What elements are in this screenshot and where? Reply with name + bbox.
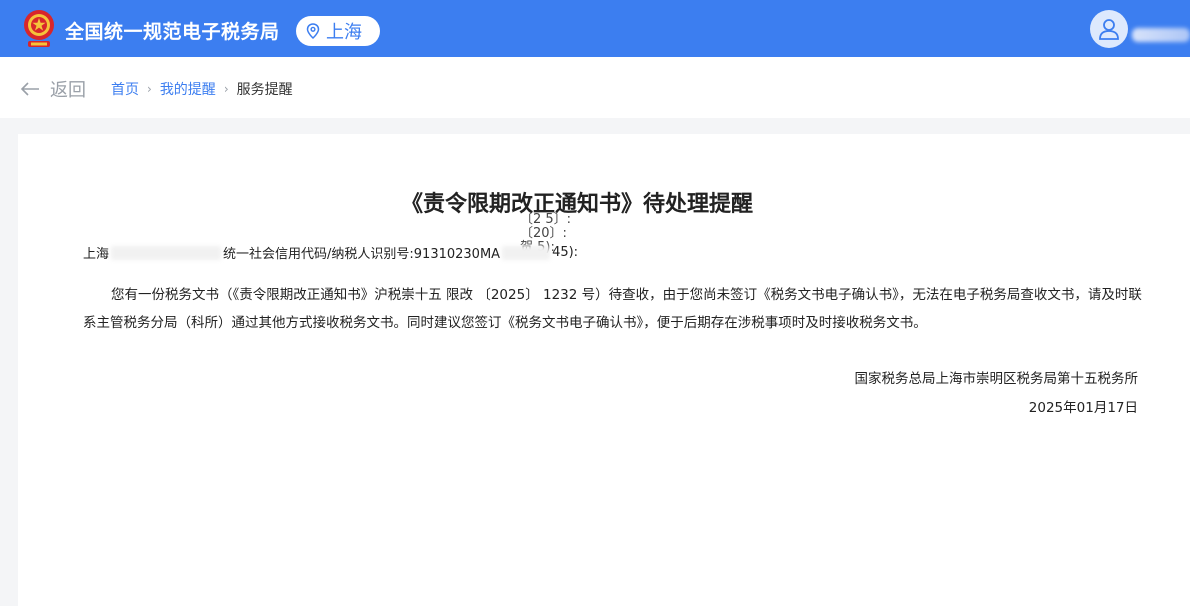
- salutation-id: 统一社会信用代码/纳税人识别号:91310230MA: [223, 247, 501, 262]
- notice-body: 您有一份税务文书（《责令限期改正通知书》沪税崇十五 限改 〔2025〕 1232…: [83, 287, 1142, 331]
- back-arrow-icon: [20, 82, 39, 96]
- region-selector[interactable]: 上海: [296, 16, 380, 46]
- navigation-bar: 返回 首页 › 我的提醒 › 服务提醒: [0, 57, 1190, 118]
- salutation-prefix: 上海: [83, 247, 110, 262]
- issue-date: 2025年01月17日: [1028, 400, 1138, 416]
- issuing-office: 国家税务总局上海市崇明区税务局第十五税务所: [854, 371, 1139, 387]
- national-emblem-icon: [24, 10, 54, 47]
- app-title: 全国统一规范电子税务局: [65, 21, 280, 43]
- back-button[interactable]: 返回: [20, 76, 86, 102]
- user-icon: [1099, 19, 1119, 40]
- user-avatar[interactable]: [1090, 10, 1128, 48]
- chevron-right-icon: ›: [223, 82, 229, 96]
- breadcrumb: 首页 › 我的提醒 › 服务提醒: [111, 79, 293, 99]
- region-label: 上海: [326, 22, 362, 43]
- location-pin-icon: [306, 23, 320, 39]
- redacted-company-name: [111, 245, 222, 260]
- signature-block: 国家税务总局上海市崇明区税务局第十五税务所 2025年01月17日: [855, 365, 1139, 423]
- breadcrumb-my-reminders[interactable]: 我的提醒: [160, 79, 216, 99]
- breadcrumb-home[interactable]: 首页: [111, 79, 139, 99]
- redacted-tax-id: [502, 245, 551, 260]
- salutation-suffix: 45):: [552, 245, 579, 260]
- notice-title: 《责令限期改正通知书》待处理提醒: [400, 192, 753, 217]
- chevron-right-icon: ›: [147, 82, 152, 96]
- breadcrumb-current: 服务提醒: [236, 82, 293, 98]
- top-header-bar: 全国统一规范电子税务局 上海: [0, 0, 1190, 57]
- user-name-redacted[interactable]: [1132, 28, 1190, 42]
- salutation-line: 上海 统一社会信用代码/纳税人识别号:91310230MA 45):: [83, 243, 578, 262]
- back-label: 返回: [50, 80, 86, 101]
